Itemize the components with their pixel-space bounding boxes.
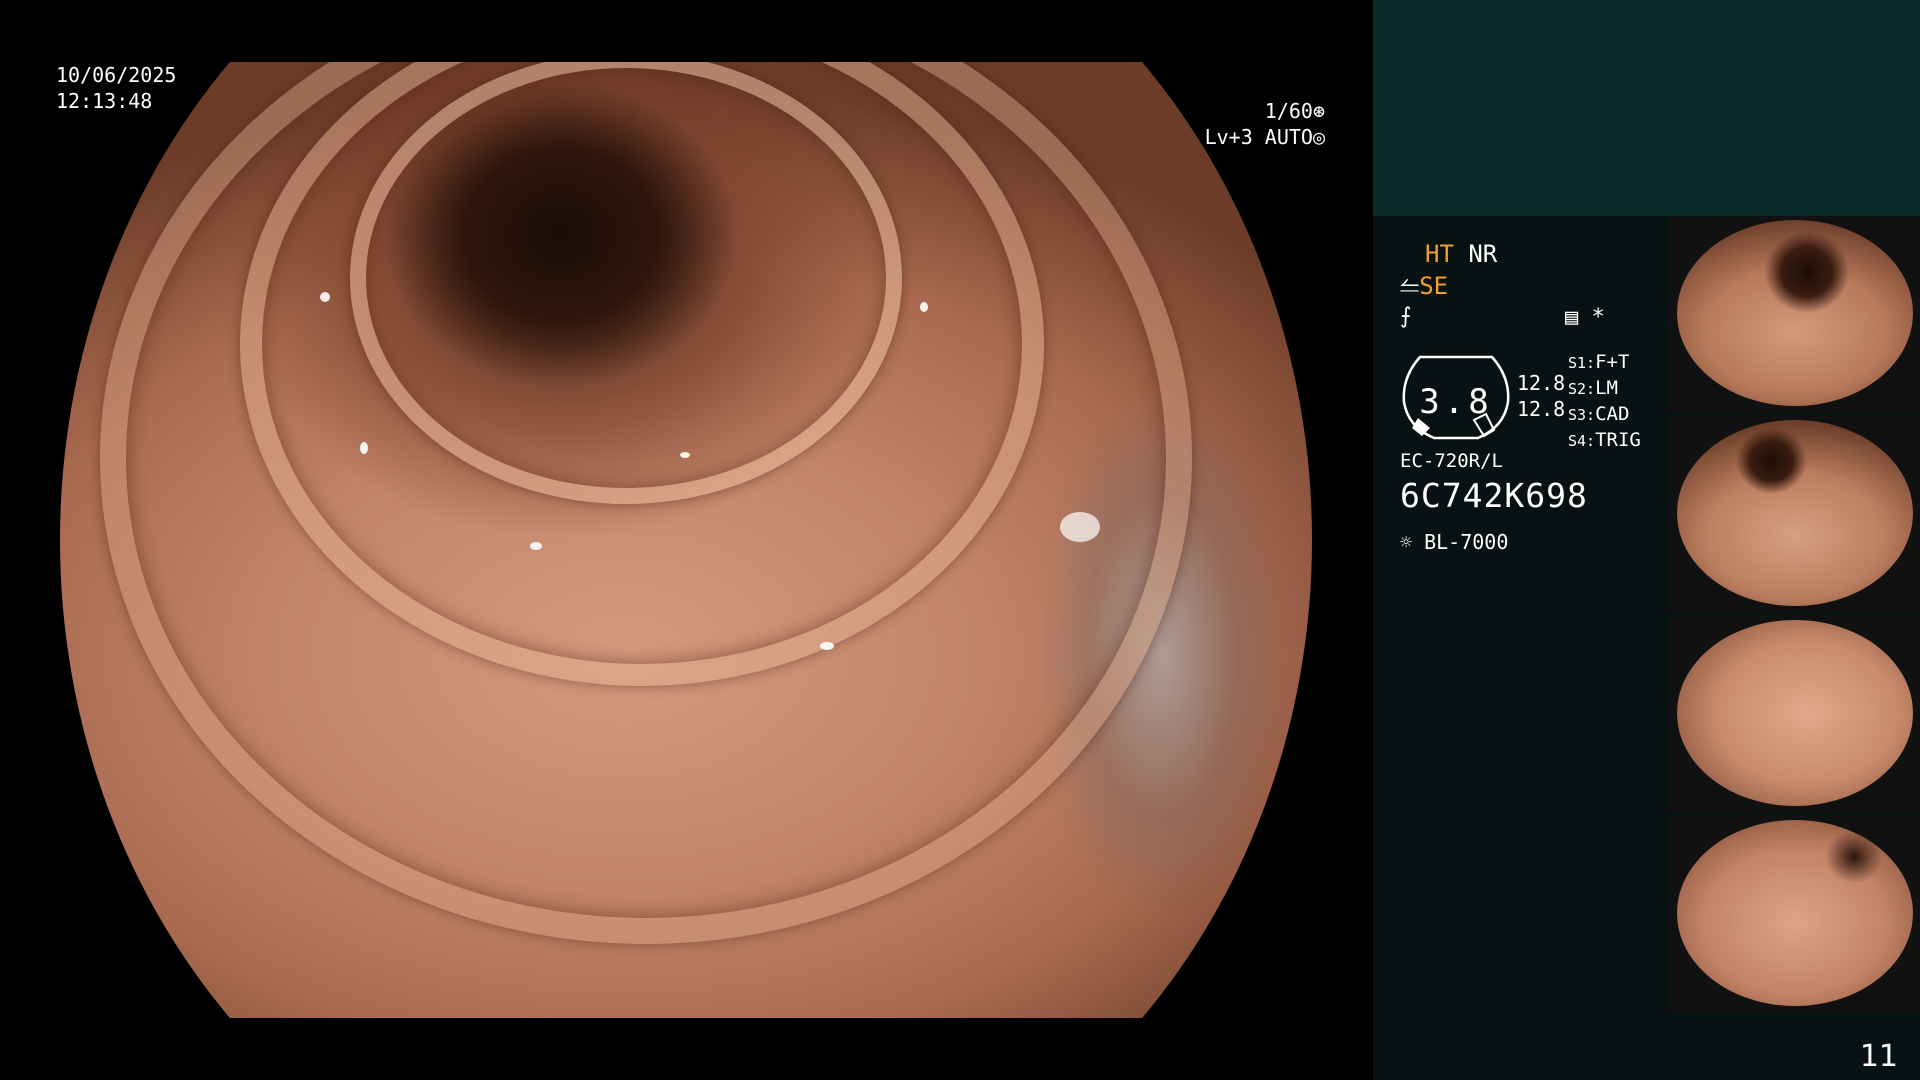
memo-icon: ▤ (1565, 305, 1579, 330)
switch-setting-2: S2:LM (1568, 377, 1618, 399)
switch-setting-1: S1:F+T (1568, 351, 1630, 373)
light-source-icon: ☼ (1400, 530, 1413, 554)
switch-setting-3: S3:CAD (1568, 403, 1630, 425)
scope-serial: 6C742K698 (1400, 476, 1588, 515)
color-enhance-icon: ⨍ (1400, 304, 1412, 329)
light-source-row: ☼ BL-7000 (1400, 530, 1508, 554)
specular-highlight (1060, 512, 1100, 542)
structure-enhance-icon: ⥪ (1400, 272, 1420, 300)
light-source-label: BL-7000 (1424, 530, 1509, 554)
switch-settings: S1:F+T S2:LM S3:CAD S4:TRIG (1568, 350, 1641, 454)
exposure-overlay: 1/60⊛ Lv+3 AUTO◎ (1205, 98, 1325, 150)
ht-nr-row: HT NR (1425, 240, 1497, 268)
panel-header-area (1373, 0, 1920, 216)
date-time-overlay: 10/06/2025 12:13:48 (56, 62, 176, 114)
zoom-gauge: 3.8 (1400, 352, 1512, 442)
exposure-level: Lv+3 AUTO (1204, 125, 1313, 149)
specular-highlight (680, 452, 690, 458)
specular-highlight (820, 642, 834, 650)
gain-values: 12.8 12.8 (1517, 370, 1565, 422)
ht-label: HT (1425, 240, 1454, 268)
thumbnail-2[interactable] (1669, 416, 1920, 612)
endoscope-viewport: 10/06/2025 12:13:48 1/60⊛ Lv+3 AUTO◎ (0, 0, 1373, 1080)
se-row: ⥪SE (1400, 272, 1448, 300)
page-number: 11 (1859, 1039, 1898, 1074)
gauge-value: 3.8 (1419, 382, 1493, 422)
endoscopic-image (60, 62, 1312, 1018)
mucosal-fold (350, 62, 902, 504)
aperture-icon: ⊛ (1312, 99, 1325, 123)
thumbnail-image (1677, 820, 1913, 1006)
asterisk-icon: * (1591, 305, 1605, 330)
se-label: SE (1419, 272, 1449, 300)
thumbnail-3[interactable] (1669, 616, 1920, 812)
shutter-speed: 1/60 (1264, 99, 1313, 123)
specular-highlight (360, 442, 368, 454)
gain-value-2: 12.8 (1517, 397, 1566, 421)
specular-highlight (530, 542, 542, 550)
thumbnail-image (1677, 220, 1913, 406)
nr-label: NR (1468, 240, 1498, 268)
specular-highlight (320, 292, 330, 302)
specular-highlight (920, 302, 928, 312)
thumbnail-1[interactable] (1669, 216, 1920, 412)
date-text: 10/06/2025 (56, 63, 177, 87)
info-panel: HT NR ⥪SE ⨍ ▤ * 3.8 12.8 12.8 S1:F+T S2:… (1373, 0, 1920, 1080)
thumbnail-4[interactable] (1669, 816, 1920, 1012)
time-text: 12:13:48 (56, 89, 153, 113)
thumbnail-image (1677, 620, 1913, 806)
thumbnail-image (1677, 420, 1913, 606)
switch-setting-4: S4:TRIG (1568, 429, 1641, 451)
scope-model: EC-720R/L (1400, 450, 1503, 472)
mode-icons: ▤ * (1565, 305, 1605, 330)
gain-value-1: 12.8 (1517, 371, 1566, 395)
auto-iris-icon: ◎ (1312, 125, 1325, 149)
